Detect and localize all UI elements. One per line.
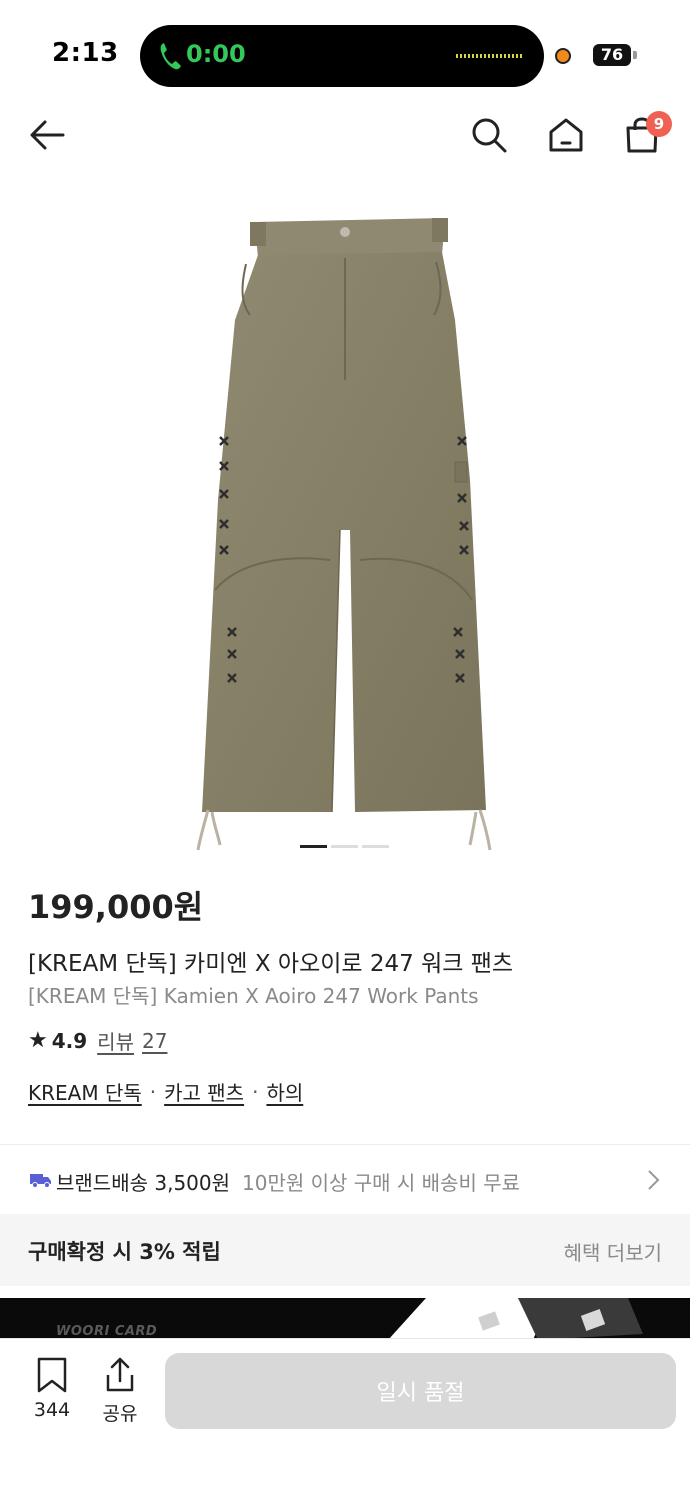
tag-cargo-pants[interactable]: 카고 팬츠 [164, 1077, 244, 1106]
share-icon [106, 1357, 134, 1392]
review-link[interactable]: 리뷰 [97, 1026, 134, 1055]
benefit-row[interactable]: 구매확정 시 3% 적립 혜택 더보기 [0, 1214, 690, 1286]
battery-indicator: 76 [593, 44, 631, 66]
card-promo-banner[interactable]: WOORI CARD [0, 1298, 690, 1340]
product-name-english: [KREAM 단독] Kamien X Aoiro 247 Work Pants [28, 984, 479, 1008]
page-indicator-dot [300, 845, 327, 848]
call-duration: 0:00 [186, 40, 246, 68]
image-page-indicator [300, 845, 389, 848]
banner-card-brand: WOORI CARD [56, 1324, 158, 1339]
bookmark-icon [37, 1357, 67, 1393]
cargo-pants-image [196, 218, 492, 851]
search-icon [472, 118, 507, 153]
audio-wave-icon [456, 54, 522, 58]
page-indicator-dot [362, 845, 389, 848]
bookmark-button[interactable]: 344 [28, 1357, 76, 1421]
free-shipping-description: 10만원 이상 구매 시 배송비 무료 [242, 1171, 521, 1195]
bookmark-count: 344 [33, 1399, 71, 1421]
product-name-korean: [KREAM 단독] 카미엔 X 아오이로 247 워크 팬츠 [28, 951, 514, 977]
rating-row: ★ 4.9 리뷰 27 [28, 1026, 167, 1055]
tag-bottoms[interactable]: 하의 [266, 1077, 303, 1106]
status-bar: 2:13 0:00 76 [0, 0, 690, 100]
status-time: 2:13 [52, 38, 119, 68]
section-divider [0, 1144, 690, 1145]
rating-score: 4.9 [51, 1028, 88, 1053]
tag-kream-exclusive[interactable]: KREAM 단독 [28, 1077, 142, 1106]
star-icon: ★ [28, 1028, 48, 1053]
back-button[interactable] [24, 112, 70, 158]
chevron-right-icon [648, 1170, 660, 1190]
review-count-link[interactable]: 27 [142, 1029, 167, 1053]
product-price: 199,000원 [28, 888, 204, 926]
cart-count-badge: 9 [646, 111, 672, 137]
recording-indicator [555, 48, 571, 64]
home-icon [549, 118, 583, 152]
points-benefit-label: 구매확정 시 3% 적립 [28, 1240, 221, 1264]
phone-icon [160, 43, 181, 70]
bottom-action-bar: 344 공유 일시 품절 [0, 1338, 690, 1500]
sold-out-button[interactable]: 일시 품절 [165, 1353, 676, 1429]
shipping-row[interactable]: 브랜드배송 3,500원 10만원 이상 구매 시 배송비 무료 [0, 1146, 690, 1214]
product-image[interactable] [180, 200, 510, 860]
share-label: 공유 [102, 1403, 138, 1425]
shipping-fee-label: 브랜드배송 3,500원 [56, 1171, 231, 1195]
view-more-benefits-link[interactable]: 혜택 더보기 [564, 1237, 662, 1266]
home-button[interactable] [543, 112, 589, 158]
tag-separator: · [149, 1079, 157, 1104]
arrow-left-icon [30, 120, 65, 150]
truck-icon [30, 1174, 51, 1188]
share-button[interactable]: 공유 [96, 1357, 144, 1425]
top-navigation [0, 100, 690, 170]
category-tags: KREAM 단독 · 카고 팬츠 · 하의 [28, 1077, 303, 1106]
dynamic-island[interactable]: 0:00 [140, 25, 544, 87]
battery-tip [633, 51, 637, 59]
tag-separator: · [252, 1079, 259, 1104]
search-button[interactable] [466, 112, 512, 158]
page-indicator-dot [331, 845, 358, 848]
card-illustration-icon [388, 1298, 643, 1340]
